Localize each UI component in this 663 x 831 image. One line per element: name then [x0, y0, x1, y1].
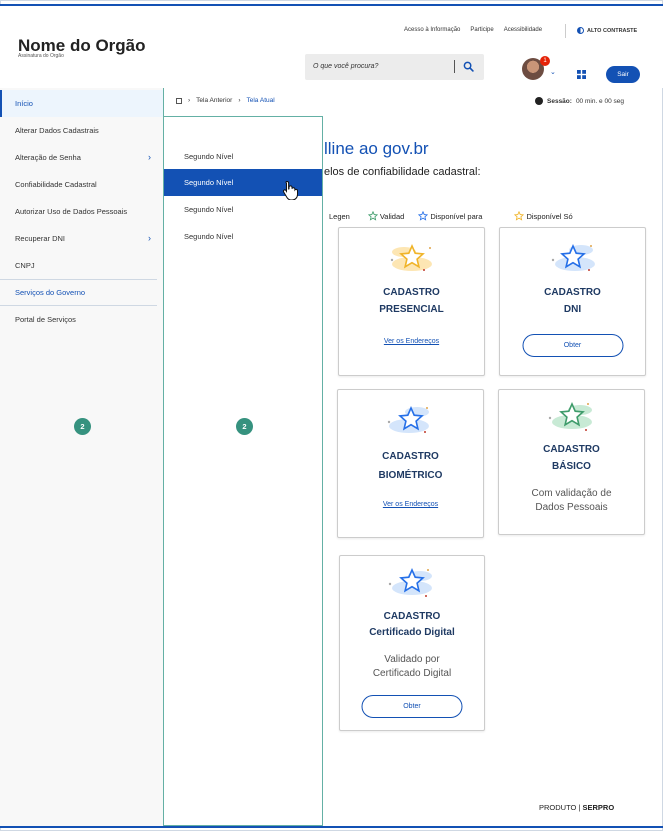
chevron-down-icon[interactable]: ⌄: [550, 68, 556, 76]
breadcrumb-separator: ›: [238, 97, 241, 104]
annotation-badge: 2: [74, 418, 91, 435]
card-biometrico[interactable]: CADASTRO BIOMÉTRICO Ver os Endereços: [337, 389, 484, 538]
breadcrumb: › Tela Anterior › Tela Atual: [176, 97, 275, 104]
card-title: Certificado Digital: [369, 627, 455, 638]
contrast-label: ALTO CONTRASTE: [587, 27, 638, 34]
submenu-item[interactable]: Segundo Nível: [164, 223, 322, 250]
star-blue-icon: [387, 406, 429, 433]
card-title: BÁSICO: [552, 461, 591, 472]
star-green-icon: [367, 211, 378, 221]
footer-product: PRODUTO: [539, 803, 577, 812]
star-gold-icon: [514, 211, 525, 221]
chevron-right-icon: ›: [148, 152, 151, 162]
submenu-item[interactable]: Segundo Nível: [164, 196, 322, 223]
logout-button[interactable]: Sair: [606, 66, 640, 83]
header-divider: [565, 24, 566, 38]
footer-brand: PRODUTO | SERPRO: [539, 803, 615, 812]
sidebar-item-inicio[interactable]: Início: [0, 90, 163, 117]
legend: Legen Validad Disponível para Disponível…: [329, 211, 587, 221]
obter-button[interactable]: Obter: [522, 334, 623, 357]
home-icon[interactable]: [176, 97, 182, 104]
submenu-item[interactable]: Segundo Nível: [164, 143, 322, 170]
card-basico[interactable]: CADASTRO BÁSICO Com validação de Dados P…: [498, 389, 645, 535]
sidebar-item-alteracao-senha[interactable]: Alteração de Senha ›: [0, 144, 163, 171]
legend-item-label: Disponível para: [430, 211, 483, 221]
header: Nome do Orgão Assinatura do Orgão Acesso…: [0, 6, 663, 88]
card-title: PRESENCIAL: [379, 304, 444, 315]
sidebar-section-servicos-governo: Serviços do Governo: [15, 288, 86, 297]
contrast-icon: [577, 27, 584, 34]
sidebar-item-cnpj[interactable]: CNPJ: [0, 252, 163, 279]
card-description: Dados Pessoais: [535, 502, 608, 513]
card-title: CADASTRO: [382, 451, 439, 462]
link-acessibilidade[interactable]: Acessibilidade: [504, 27, 542, 33]
legend-item-label: Validad: [379, 211, 405, 221]
card-description: Certificado Digital: [372, 668, 452, 679]
org-subtitle: Assinatura do Orgão: [18, 53, 64, 59]
footer-brand-name: SERPRO: [582, 803, 615, 812]
star-green-icon: [548, 402, 592, 431]
breadcrumb-current: Tela Atual: [246, 97, 275, 104]
link-participe[interactable]: Participe: [470, 27, 493, 33]
card-title: CADASTRO: [383, 611, 441, 622]
card-description: Com validação de: [531, 488, 612, 499]
search-icon[interactable]: [463, 61, 474, 72]
legend-item-label: Disponível Só: [526, 211, 573, 221]
card-title: BIOMÉTRICO: [378, 470, 443, 481]
high-contrast-toggle[interactable]: ALTO CONTRASTE: [577, 27, 637, 34]
page-subtitle: elos de confiabilidade cadastral:: [324, 166, 481, 178]
submenu-panel: Segundo Nível Segundo Nível Segundo Níve…: [164, 116, 323, 826]
sidebar-item-portal-servicos[interactable]: Portal de Serviços: [0, 306, 163, 333]
clock-icon: [535, 97, 543, 105]
top-links: Acesso à Informação Participe Acessibili…: [404, 27, 542, 33]
card-dni[interactable]: CADASTRO DNI Obter: [499, 227, 646, 376]
star-blue-icon: [418, 211, 429, 221]
link-access-info[interactable]: Acesso à Informação: [404, 27, 460, 33]
star-gold-icon: [390, 244, 432, 271]
legend-label: Legen: [329, 211, 350, 221]
card-title: CADASTRO: [544, 287, 601, 298]
card-presencial[interactable]: CADASTRO PRESENCIAL Ver os Endereços: [338, 227, 485, 376]
card-description: Validado por: [384, 654, 440, 665]
search-placeholder: O que você procura?: [313, 63, 379, 70]
sidebar: Início Alterar Dados Cadastrais Alteraçã…: [0, 88, 164, 826]
hand-pointer-icon: [282, 180, 298, 200]
sidebar-item-recuperar-dni[interactable]: Recuperar DNI ›: [0, 225, 163, 252]
chevron-right-icon: ›: [148, 233, 151, 243]
addresses-link[interactable]: Ver os Endereços: [339, 338, 484, 345]
star-blue-icon: [551, 244, 595, 271]
breadcrumb-separator: ›: [188, 97, 191, 104]
card-title: DNI: [563, 304, 582, 315]
session-label: Sessão:: [547, 97, 572, 105]
session-value: 00 min. e 00 seg: [575, 97, 624, 105]
card-title: CADASTRO: [383, 287, 440, 298]
legend-item-available-for: Disponível para: [418, 211, 482, 221]
session-timer: Sessão: 00 min. e 00 seg: [535, 97, 624, 105]
card-certificado-digital[interactable]: CADASTRO Certificado Digital Validado po…: [339, 555, 485, 731]
sidebar-item-alterar-dados[interactable]: Alterar Dados Cadastrais: [0, 117, 163, 144]
sidebar-item-confiabilidade[interactable]: Confiabilidade Cadastral: [0, 171, 163, 198]
annotation-badge: 2: [236, 418, 253, 435]
bottom-accent-line: [0, 826, 663, 828]
card-title: CADASTRO: [543, 444, 600, 455]
apps-grid-icon[interactable]: [577, 70, 586, 79]
sidebar-item-autorizar-uso[interactable]: Autorizar Uso de Dados Pessoais: [0, 198, 163, 225]
addresses-link[interactable]: Ver os Endereços: [338, 501, 483, 508]
notification-badge: 1: [540, 56, 550, 66]
legend-item-available-only: Disponível Só: [514, 211, 573, 221]
search-divider: [454, 60, 455, 73]
breadcrumb-previous[interactable]: Tela Anterior: [196, 97, 232, 104]
obter-button[interactable]: Obter: [361, 695, 463, 718]
search-box[interactable]: O que você procura?: [305, 54, 484, 80]
legend-item-validated: Validad: [367, 211, 405, 221]
page-title: lline ao gov.br: [324, 139, 429, 158]
star-blue-icon: [388, 568, 432, 597]
